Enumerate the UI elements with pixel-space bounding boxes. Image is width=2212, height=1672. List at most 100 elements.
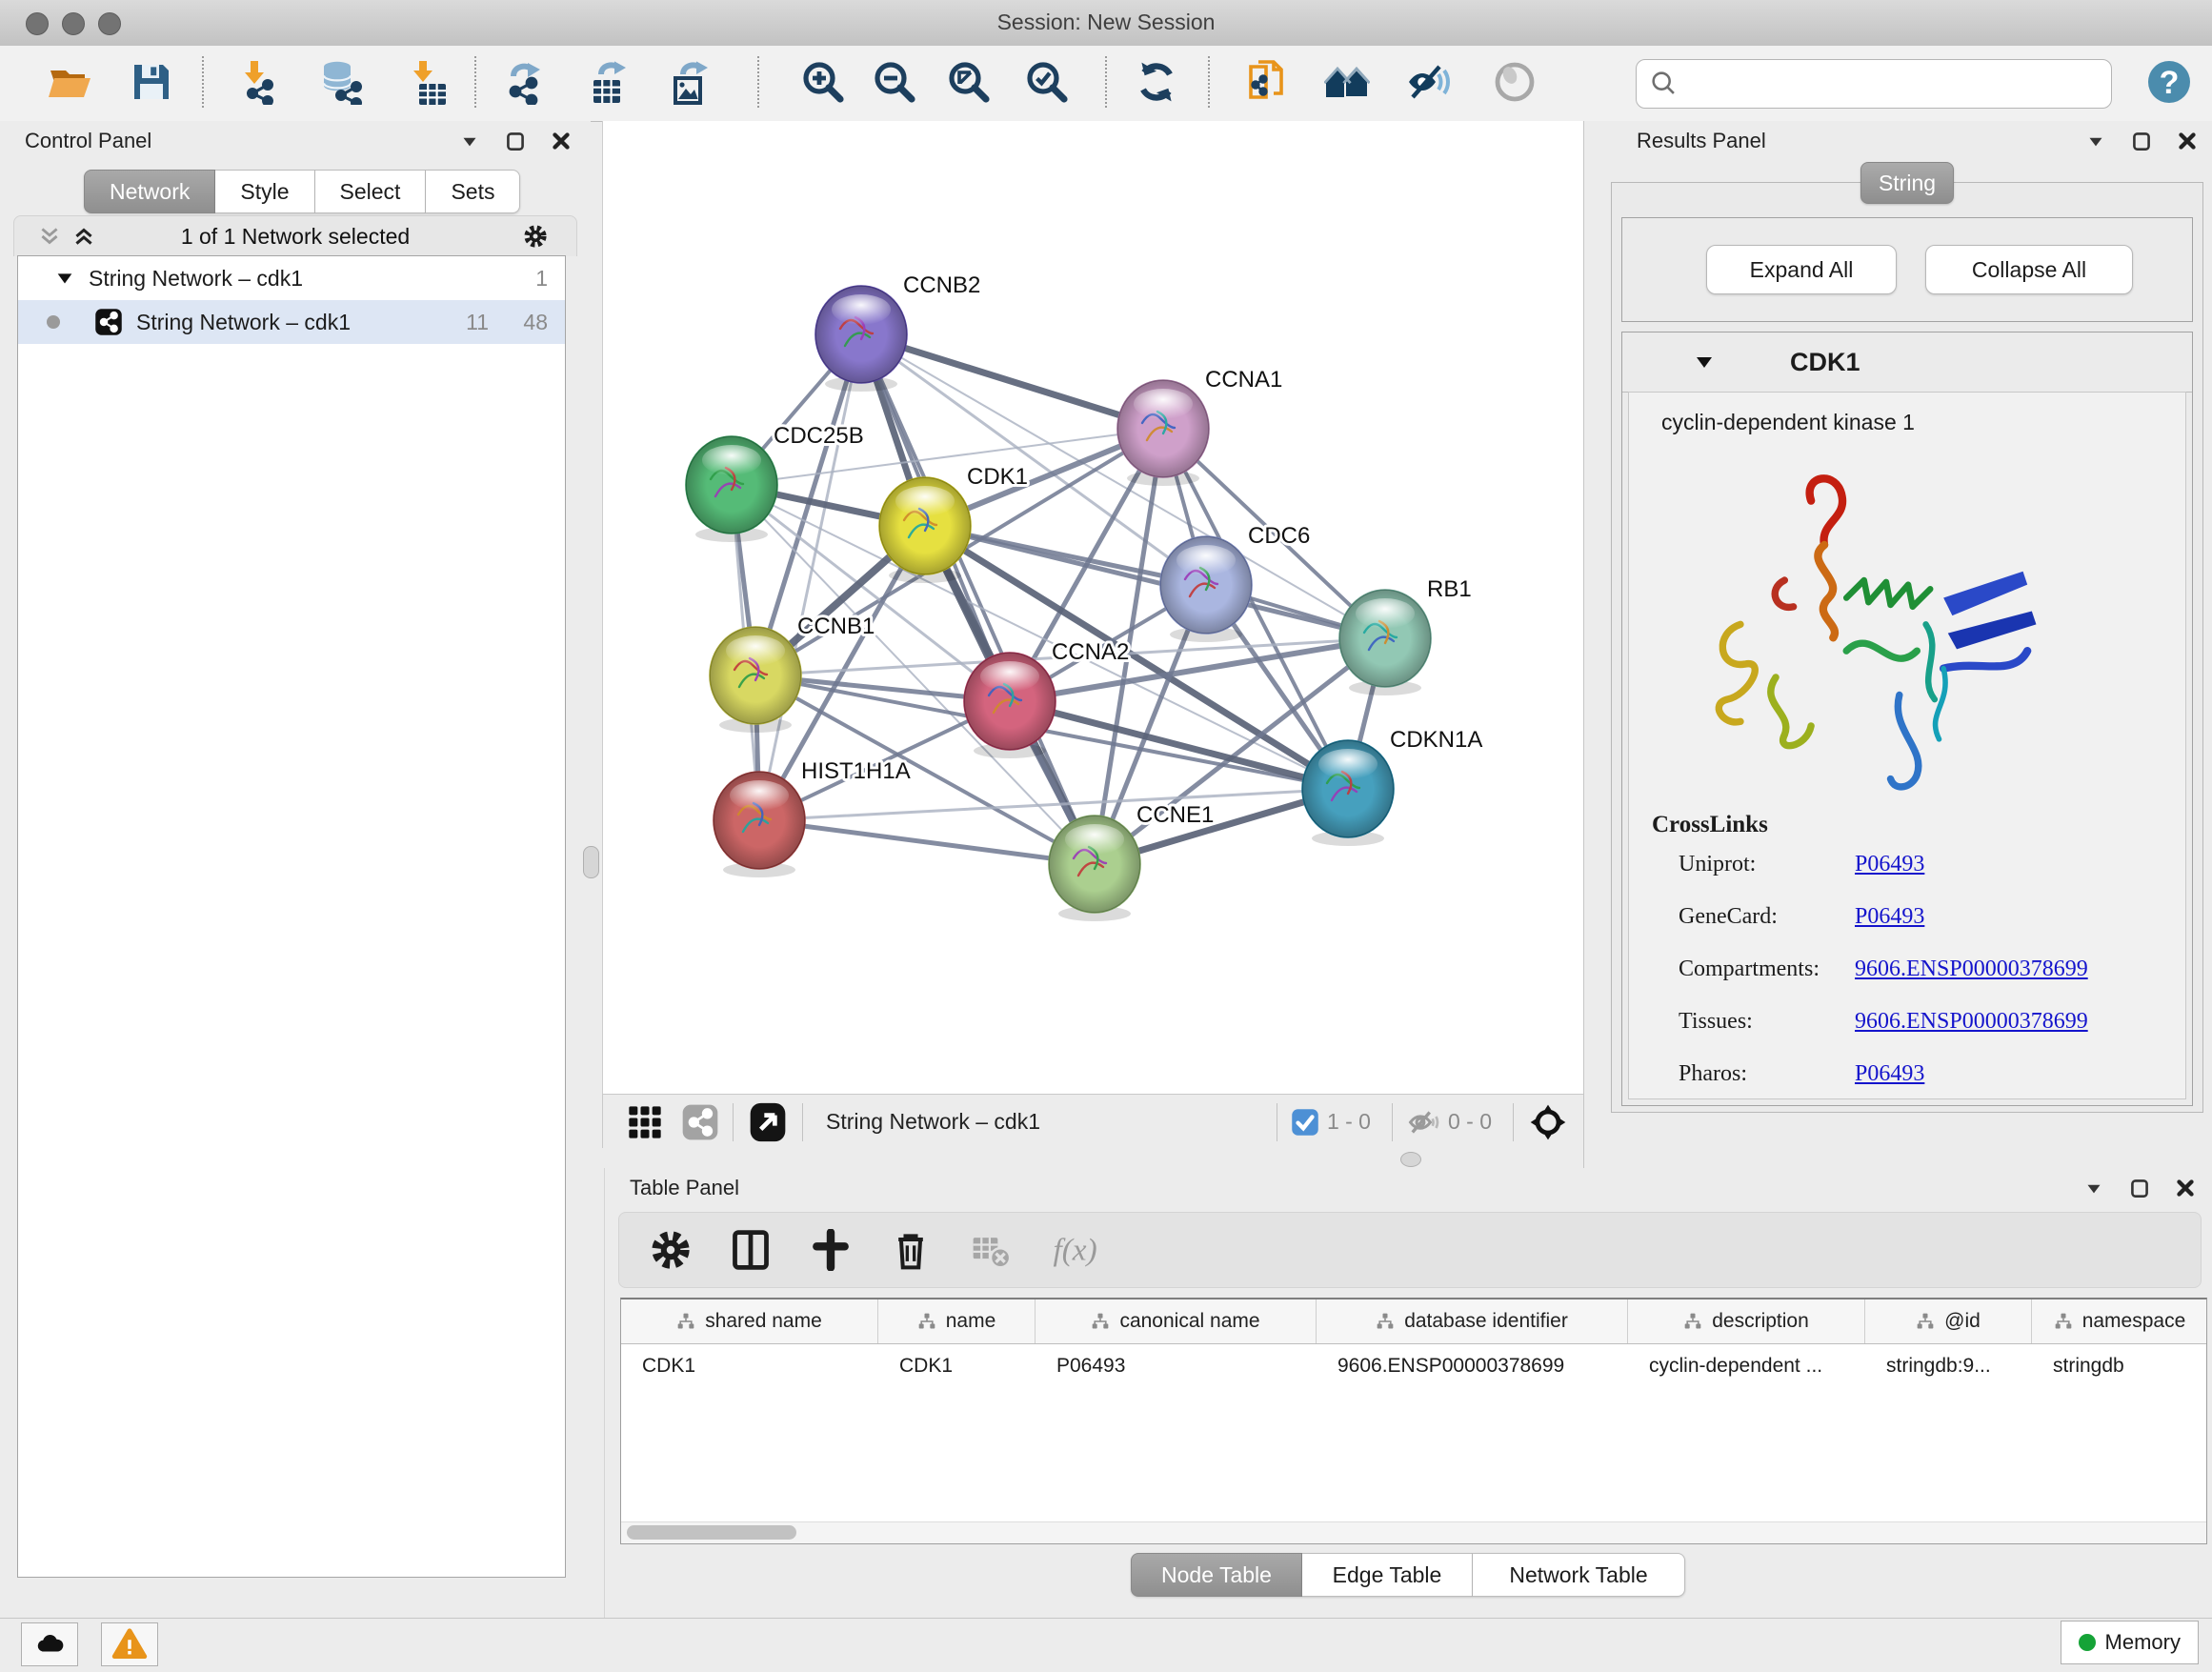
entry-expander-icon[interactable] [1693, 351, 1716, 373]
inactive-eye-icon[interactable] [1492, 59, 1538, 105]
zoom-out-icon[interactable] [872, 59, 917, 105]
cell-canonical-name[interactable]: P06493 [1036, 1355, 1317, 1378]
save-session-icon[interactable] [129, 59, 174, 105]
node-table[interactable]: shared namenamecanonical namedatabase id… [620, 1298, 2207, 1544]
table-options-gear-icon[interactable] [650, 1229, 692, 1271]
scrollbar-thumb[interactable] [627, 1525, 796, 1540]
selected-checkbox-icon[interactable] [1291, 1108, 1319, 1137]
crosslink-link[interactable]: 9606.ENSP00000378699 [1855, 1009, 2088, 1035]
tab-select[interactable]: Select [315, 170, 427, 213]
left-splitter-handle[interactable] [583, 846, 599, 878]
show-columns-icon[interactable] [730, 1229, 772, 1271]
column-header--id[interactable]: @id [1865, 1299, 2032, 1343]
column-header-name[interactable]: name [878, 1299, 1036, 1343]
import-database-icon[interactable] [318, 59, 364, 105]
panel-float-icon[interactable] [503, 129, 528, 153]
cloud-status-button[interactable] [21, 1622, 78, 1666]
crosslink-link[interactable]: P06493 [1855, 904, 1924, 930]
node-CCNB1[interactable]: CCNB1 [710, 614, 875, 733]
protein-entry-header[interactable]: CDK1 [1622, 332, 2192, 393]
hide-details-eye-icon[interactable] [1405, 59, 1451, 105]
open-session-icon[interactable] [47, 59, 92, 105]
export-table-icon[interactable] [586, 59, 632, 105]
panel-float-icon[interactable] [2129, 129, 2154, 153]
node-CDKN1A[interactable]: CDKN1A [1302, 727, 1482, 846]
crosslink-link[interactable]: P06493 [1855, 852, 1924, 877]
bottom-splitter-handle[interactable] [1400, 1152, 1421, 1167]
edge-CCNB2-HIST1H1A[interactable] [759, 334, 861, 820]
collection-expander-icon[interactable] [54, 268, 75, 289]
export-image-icon[interactable] [668, 59, 714, 105]
column-header-canonical-name[interactable]: canonical name [1036, 1299, 1317, 1343]
add-column-icon[interactable] [810, 1229, 852, 1271]
help-icon[interactable]: ? [2146, 59, 2192, 105]
delete-table-icon[interactable] [970, 1229, 1012, 1271]
tab-style[interactable]: Style [215, 170, 314, 213]
panel-float-icon[interactable] [2127, 1176, 2152, 1200]
table-horizontal-scrollbar[interactable] [621, 1521, 2206, 1543]
tab-network-table[interactable]: Network Table [1473, 1553, 1685, 1597]
crosslink-label: Pharos: [1679, 1061, 1855, 1087]
network-row[interactable]: String Network – cdk1 11 48 [18, 300, 565, 344]
panel-close-icon[interactable] [549, 129, 573, 153]
panel-close-icon[interactable] [2173, 1176, 2198, 1200]
zoom-fit-icon[interactable] [946, 59, 992, 105]
panel-menu-icon[interactable] [2081, 1176, 2106, 1200]
column-header-namespace[interactable]: namespace [2032, 1299, 2207, 1343]
hidden-eye-icon[interactable] [1406, 1105, 1440, 1139]
node-CCNA1[interactable]: CCNA1 [1117, 367, 1282, 486]
copy-network-icon[interactable] [1243, 59, 1289, 105]
delete-column-icon[interactable] [890, 1229, 932, 1271]
cell-description[interactable]: cyclin-dependent ... [1628, 1355, 1865, 1378]
warnings-button[interactable] [101, 1622, 158, 1666]
cell-shared-name[interactable]: CDK1 [621, 1355, 878, 1378]
edge-CCNB2-CCNA1[interactable] [861, 334, 1163, 429]
export-network-icon[interactable] [502, 59, 548, 105]
panel-menu-icon[interactable] [457, 129, 482, 153]
memory-button[interactable]: Memory [2061, 1621, 2199, 1664]
network-collection-row[interactable]: String Network – cdk1 1 [18, 256, 565, 300]
node-CCNB2[interactable]: CCNB2 [815, 272, 980, 392]
column-header-shared-name[interactable]: shared name [621, 1299, 878, 1343]
tab-edge-table[interactable]: Edge Table [1302, 1553, 1473, 1597]
node-CDC25B[interactable]: CDC25B [686, 423, 864, 542]
tab-sets[interactable]: Sets [426, 170, 520, 213]
table-row[interactable]: CDK1CDK1P064939606.ENSP00000378699cyclin… [621, 1344, 2206, 1388]
edge-HIST1H1A-CCNE1[interactable] [759, 820, 1095, 864]
crosslink-link[interactable]: 9606.ENSP00000378699 [1855, 957, 2088, 982]
expand-all-button[interactable]: Expand All [1706, 245, 1897, 294]
network-list-view-icon[interactable] [681, 1103, 719, 1141]
cell-database-identifier[interactable]: 9606.ENSP00000378699 [1317, 1355, 1628, 1378]
node-CCNE1[interactable]: CCNE1 [1049, 802, 1214, 921]
edge-CDK1-RB1[interactable] [925, 526, 1385, 638]
zoom-in-icon[interactable] [800, 59, 846, 105]
tab-network[interactable]: Network [84, 170, 215, 213]
tab-string[interactable]: String [1860, 162, 1954, 204]
network-options-gear-icon[interactable] [523, 224, 548, 249]
panel-close-icon[interactable] [2175, 129, 2200, 153]
function-builder-icon[interactable]: f(x) [1050, 1229, 1116, 1271]
zoom-selected-icon[interactable] [1024, 59, 1070, 105]
edge-CCNB2-CCNE1[interactable] [861, 334, 1095, 864]
network-canvas[interactable]: CCNB2CCNA1CDC25BCDK1CDC6RB1CCNB1CCNA2CDK… [602, 121, 1585, 1095]
pan-crosshair-icon[interactable] [1527, 1101, 1569, 1143]
import-network-icon[interactable] [235, 59, 281, 105]
column-header-description[interactable]: description [1628, 1299, 1865, 1343]
search-input[interactable] [1680, 71, 2111, 97]
search-box[interactable] [1636, 59, 2112, 109]
panel-menu-icon[interactable] [2083, 129, 2108, 153]
cell-namespace[interactable]: stringdb [2032, 1355, 2207, 1378]
node-RB1[interactable]: RB1 [1339, 576, 1472, 695]
grid-view-icon[interactable] [626, 1103, 664, 1141]
column-header-database-identifier[interactable]: database identifier [1317, 1299, 1628, 1343]
refresh-icon[interactable] [1134, 59, 1179, 105]
home-networks-icon[interactable] [1324, 59, 1370, 105]
tab-node-table[interactable]: Node Table [1131, 1553, 1302, 1597]
detach-view-icon[interactable] [747, 1101, 789, 1143]
crosslink-link[interactable]: P06493 [1855, 1061, 1924, 1087]
network-graph[interactable]: CCNB2CCNA1CDC25BCDK1CDC6RB1CCNB1CCNA2CDK… [603, 121, 1584, 1094]
cell-name[interactable]: CDK1 [878, 1355, 1036, 1378]
collapse-all-button[interactable]: Collapse All [1925, 245, 2133, 294]
cell--id[interactable]: stringdb:9... [1865, 1355, 2032, 1378]
import-table-icon[interactable] [404, 59, 450, 105]
